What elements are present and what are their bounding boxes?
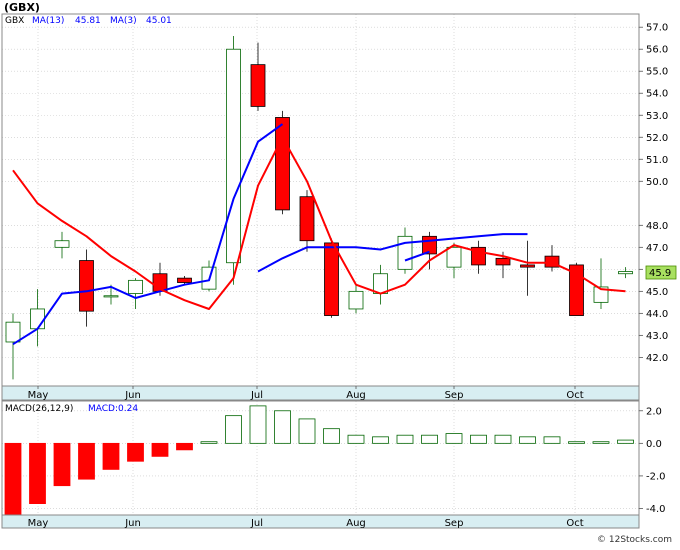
candle-body-up	[128, 279, 143, 294]
price-y-tick-label: 43.0	[646, 331, 668, 342]
legend-ma3-label: MA(3)	[110, 16, 137, 26]
macd-bar-positive	[347, 434, 365, 444]
candlestick	[226, 36, 241, 285]
price-y-tick-label: 53.0	[646, 111, 668, 122]
legend-ma3-value: 45.01	[146, 16, 172, 26]
candle-body-up	[397, 235, 413, 270]
macd-bar-positive	[372, 436, 389, 444]
macd-bar-negative	[127, 442, 144, 462]
macd-bar-positive	[470, 434, 487, 444]
legend-ma13-value: 45.81	[75, 16, 101, 26]
macd-y-tick-label: -4.0	[646, 504, 666, 515]
credit-text: © 12Stocks.com	[597, 535, 672, 545]
candle-body-down	[324, 242, 339, 316]
candle-body-down	[422, 235, 437, 255]
macd-x-tick-label: Jun	[124, 518, 141, 529]
candle-body-up	[348, 290, 364, 310]
macd-bar-negative	[151, 442, 169, 457]
price-y-tick-label: 56.0	[646, 45, 668, 56]
price-x-axis-strip	[1, 385, 640, 401]
macd-bar-negative	[29, 442, 46, 505]
macd-bar-negative	[53, 442, 71, 487]
macd-bar-positive	[421, 434, 438, 444]
macd-bar-positive	[249, 405, 267, 444]
candle-body-up	[5, 321, 21, 343]
macd-bar-positive	[200, 441, 218, 444]
macd-bar-positive	[543, 436, 561, 444]
macd-x-tick-label: Sep	[445, 518, 464, 529]
candle-body-up	[373, 273, 388, 294]
price-y-tick-label: 52.0	[646, 133, 668, 144]
macd-x-tick-label: Aug	[346, 518, 366, 529]
candle-body-down	[275, 117, 290, 211]
macd-x-tick-label: May	[28, 518, 49, 529]
macd-bar-positive	[445, 433, 463, 444]
price-y-tick-label: 45.0	[646, 287, 668, 298]
candle-body-down	[299, 196, 315, 242]
price-tag: 45.9	[649, 268, 671, 279]
macd-x-tick-label: Oct	[566, 518, 583, 529]
candle-body-up	[30, 308, 45, 330]
macd-bar-negative	[102, 442, 120, 470]
candle-body-up	[618, 271, 633, 275]
candle-body-down	[250, 64, 266, 107]
macd-bar-positive	[568, 441, 585, 444]
macd-bar-positive	[323, 428, 340, 444]
price-x-tick-label: Sep	[445, 390, 464, 401]
price-y-tick-label: 54.0	[646, 89, 668, 100]
price-y-tick-label: 44.0	[646, 309, 668, 320]
macd-bar-positive	[617, 439, 634, 444]
price-y-tick-label: 48.0	[646, 221, 668, 232]
macd-x-tick-label: Jul	[250, 518, 263, 529]
macd-bar-negative	[4, 442, 22, 516]
legend-ma13-label: MA(13)	[32, 16, 64, 26]
price-y-tick-label: 47.0	[646, 243, 668, 254]
macd-y-tick-label: 2.0	[646, 406, 662, 417]
price-x-tick-label: Aug	[346, 390, 366, 401]
price-x-tick-label: Oct	[566, 390, 583, 401]
price-x-tick-label: Jun	[124, 390, 141, 401]
candle-body-down	[495, 257, 511, 266]
macd-bar-positive	[274, 410, 291, 444]
macd-x-axis-strip	[1, 514, 640, 529]
macd-bar-positive	[298, 418, 316, 444]
macd-bar-positive	[592, 441, 610, 444]
price-y-tick-label: 51.0	[646, 155, 668, 166]
legend-ticker: GBX	[5, 16, 24, 26]
price-x-tick-label: May	[28, 390, 49, 401]
price-y-tick-label: 57.0	[646, 23, 668, 34]
price-y-tick-label: 42.0	[646, 353, 668, 364]
ticker-title: (GBX)	[4, 1, 40, 14]
price-y-tick-label: 55.0	[646, 67, 668, 78]
chart-canvas: 42.043.044.045.046.047.048.050.051.052.0…	[0, 0, 680, 546]
macd-bar-positive	[396, 434, 414, 444]
candle-body-down	[177, 277, 192, 283]
macd-bar-positive	[494, 434, 512, 444]
price-y-tick-label: 50.0	[646, 177, 668, 188]
macd-bar-negative	[176, 442, 193, 451]
macd-bar-positive	[225, 415, 242, 444]
macd-value: MACD:0.24	[88, 404, 138, 414]
candle-body-down	[520, 264, 535, 268]
candle-body-up	[446, 246, 462, 268]
macd-bar-negative	[78, 442, 95, 480]
price-x-tick-label: Jul	[250, 390, 263, 401]
macd-title: MACD(26,12,9)	[5, 404, 73, 414]
candle-body-up	[103, 295, 119, 298]
macd-y-tick-label: -2.0	[646, 471, 666, 482]
candle-body-down	[79, 260, 94, 312]
stock-chart: 42.043.044.045.046.047.048.050.051.052.0…	[0, 0, 680, 546]
candle-body-up	[226, 48, 241, 264]
candlestick	[275, 110, 290, 215]
candle-body-up	[54, 240, 70, 248]
macd-bar-positive	[519, 436, 536, 444]
macd-y-tick-label: 0.0	[646, 439, 662, 450]
